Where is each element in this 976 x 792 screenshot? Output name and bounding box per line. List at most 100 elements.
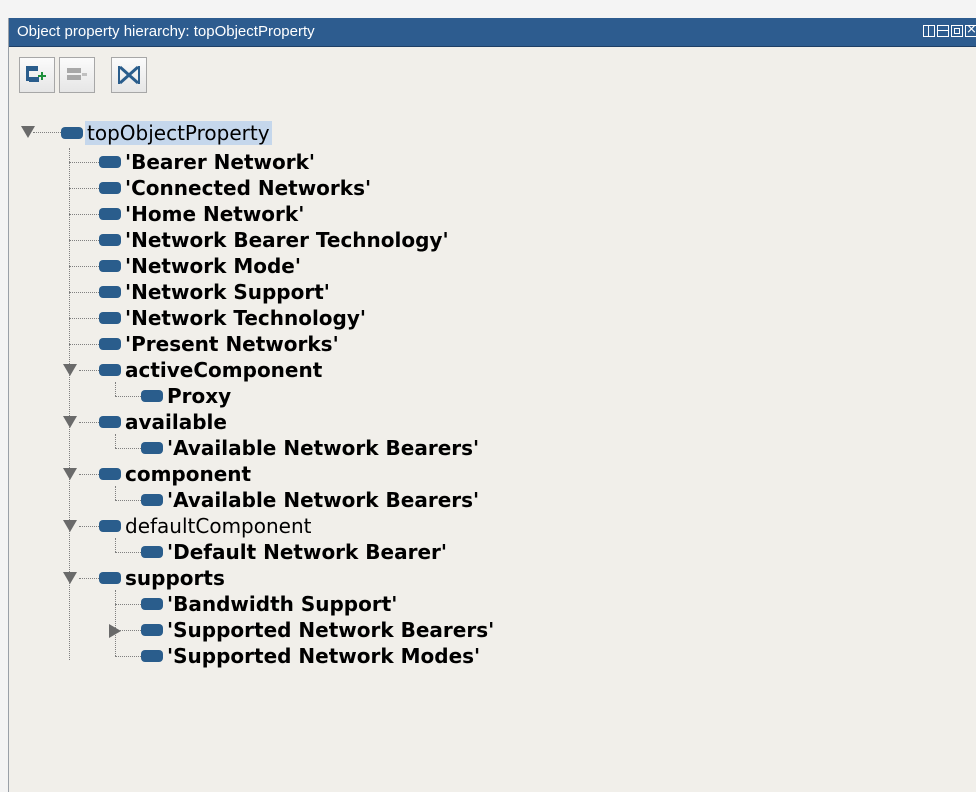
tree-connector: [115, 604, 141, 605]
tree-connector: [69, 162, 99, 163]
property-icon: [99, 364, 121, 376]
tree-node-label: 'Network Support': [125, 280, 330, 304]
tree-connector: [69, 266, 99, 267]
horizontal-split-icon[interactable]: [937, 25, 949, 37]
tree-node-label: 'Available Network Bearers': [167, 488, 480, 512]
tree-connector: [115, 590, 116, 656]
tree-node[interactable]: 'Present Networks': [99, 331, 341, 357]
tree-connector: [79, 526, 99, 527]
tree-node[interactable]: 'Default Network Bearer': [141, 539, 449, 565]
expand-toggle-icon[interactable]: [21, 126, 35, 138]
tree-connector: [69, 344, 99, 345]
tree-node-available[interactable]: available: [99, 409, 229, 435]
tree-connector: [69, 188, 99, 189]
tree-node-component[interactable]: component: [99, 461, 253, 487]
property-icon: [99, 338, 121, 350]
expand-toggle-icon[interactable]: [63, 468, 77, 480]
delete-property-icon: [118, 65, 140, 85]
property-icon: [99, 234, 121, 246]
tree-node-label: component: [125, 462, 252, 486]
property-icon: [141, 390, 163, 402]
tree-connector: [79, 422, 99, 423]
expand-toggle-icon[interactable]: [63, 416, 77, 428]
property-icon: [141, 650, 163, 662]
tree-node[interactable]: 'Bearer Network': [99, 149, 317, 175]
add-sibling-button[interactable]: [59, 57, 95, 93]
close-icon[interactable]: [965, 22, 976, 37]
panel-title: Object property hierarchy: topObjectProp…: [17, 23, 315, 40]
property-icon: [141, 624, 163, 636]
tree-node[interactable]: 'Bandwidth Support': [141, 591, 399, 617]
tree-connector: [79, 370, 99, 371]
tree-node[interactable]: 'Connected Networks': [99, 175, 373, 201]
tree-connector: [69, 240, 99, 241]
tree-node-label: 'Supported Network Bearers': [167, 618, 495, 642]
expand-toggle-icon[interactable]: [63, 572, 77, 584]
tree-connector: [115, 486, 116, 500]
add-subproperty-button[interactable]: [19, 57, 55, 93]
object-property-hierarchy-panel: Object property hierarchy: topObjectProp…: [8, 18, 976, 792]
property-icon: [99, 286, 121, 298]
tree-connector: [115, 656, 141, 657]
property-icon: [141, 442, 163, 454]
property-icon: [99, 520, 121, 532]
add-subproperty-icon: [26, 66, 46, 82]
tree-node-label: supports: [125, 566, 225, 590]
property-icon: [99, 312, 121, 324]
property-icon: [61, 127, 83, 139]
tree-node[interactable]: 'Available Network Bearers': [141, 487, 481, 513]
tree-node-active-component[interactable]: activeComponent: [99, 357, 324, 383]
tree-node[interactable]: 'Network Support': [99, 279, 332, 305]
tree-node-supports[interactable]: supports: [99, 565, 227, 591]
property-icon: [99, 416, 121, 428]
toolbar: [9, 47, 976, 123]
tree-connector: [115, 538, 116, 552]
property-icon: [141, 598, 163, 610]
tree-node-label: Proxy: [167, 384, 232, 408]
tree-node[interactable]: 'Supported Network Modes': [141, 643, 482, 669]
tree-node-root[interactable]: topObjectProperty: [61, 120, 272, 146]
tree-node[interactable]: 'Home Network': [99, 201, 306, 227]
delete-property-button[interactable]: [111, 57, 147, 93]
tree-node-default-component[interactable]: defaultComponent: [99, 513, 313, 539]
tree-node-label: 'Connected Networks': [125, 176, 372, 200]
tree-node-label: 'Bearer Network': [125, 150, 316, 174]
tree-connector: [115, 434, 116, 448]
tree-connector: [79, 578, 99, 579]
tree-node-label: 'Present Networks': [125, 332, 339, 356]
tree-node[interactable]: Proxy: [141, 383, 233, 409]
tree-connector: [33, 132, 61, 133]
maximize-icon[interactable]: [951, 25, 963, 37]
tree-connector: [69, 214, 99, 215]
tree-node[interactable]: 'Available Network Bearers': [141, 435, 481, 461]
property-icon: [141, 546, 163, 558]
tree-node-label: 'Network Technology': [125, 306, 367, 330]
tree-connector: [115, 396, 141, 397]
tree-connector: [79, 474, 99, 475]
tree-node-label: activeComponent: [125, 358, 323, 382]
tree-connector: [115, 448, 141, 449]
tree-connector: [69, 318, 99, 319]
tree-connector: [115, 500, 141, 501]
expand-toggle-icon[interactable]: [63, 364, 77, 376]
tree-node[interactable]: 'Network Mode': [99, 253, 303, 279]
panel-titlebar: Object property hierarchy: topObjectProp…: [9, 18, 976, 47]
tree-connector: [69, 292, 99, 293]
tree-node-label: 'Bandwidth Support': [167, 592, 398, 616]
tree-node[interactable]: 'Network Bearer Technology': [99, 227, 451, 253]
split-view-icon[interactable]: [923, 25, 935, 37]
add-sibling-icon: [67, 68, 87, 80]
tree-node[interactable]: 'Network Technology': [99, 305, 368, 331]
property-icon: [99, 260, 121, 272]
tree-connector: [115, 382, 116, 396]
property-icon: [141, 494, 163, 506]
expand-toggle-icon[interactable]: [63, 520, 77, 532]
collapse-toggle-icon[interactable]: [109, 624, 121, 638]
tree-connector: [115, 552, 141, 553]
property-icon: [99, 208, 121, 220]
property-icon: [99, 156, 121, 168]
tree-node-label: 'Network Mode': [125, 254, 301, 278]
tree-node[interactable]: 'Supported Network Bearers': [141, 617, 496, 643]
tree-node-label: 'Default Network Bearer': [167, 540, 448, 564]
tree-node-label: available: [125, 410, 227, 434]
